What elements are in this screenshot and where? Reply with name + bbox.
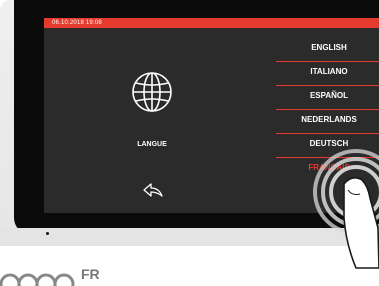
back-arrow-icon[interactable] — [142, 182, 164, 198]
language-option-nederlands[interactable]: NEDERLANDS — [276, 110, 379, 134]
status-datetime: 06.10.2018 19:08 — [52, 20, 102, 26]
screen-bezel: 06.10.2018 19:08 LANGUE ENGLISH ITALIANO… — [14, 0, 379, 234]
language-option-francais[interactable]: FRANÇAIS — [276, 158, 379, 182]
device-indicator-dot — [46, 232, 49, 235]
language-option-deutsch[interactable]: DEUTSCH — [276, 134, 379, 158]
language-list: ENGLISH ITALIANO ESPAÑOL NEDERLANDS DEUT… — [276, 38, 379, 182]
brand-logo — [0, 273, 75, 286]
status-bar: 06.10.2018 19:08 — [44, 18, 379, 28]
globe-icon — [132, 72, 172, 112]
language-option-espanol[interactable]: ESPAÑOL — [276, 86, 379, 110]
language-option-italiano[interactable]: ITALIANO — [276, 62, 379, 86]
language-code-label: FR — [81, 266, 100, 282]
screen: 06.10.2018 19:08 LANGUE ENGLISH ITALIANO… — [44, 18, 379, 213]
device-lower-bar — [0, 228, 379, 246]
page-title: LANGUE — [137, 141, 167, 148]
language-option-english[interactable]: ENGLISH — [276, 38, 379, 62]
